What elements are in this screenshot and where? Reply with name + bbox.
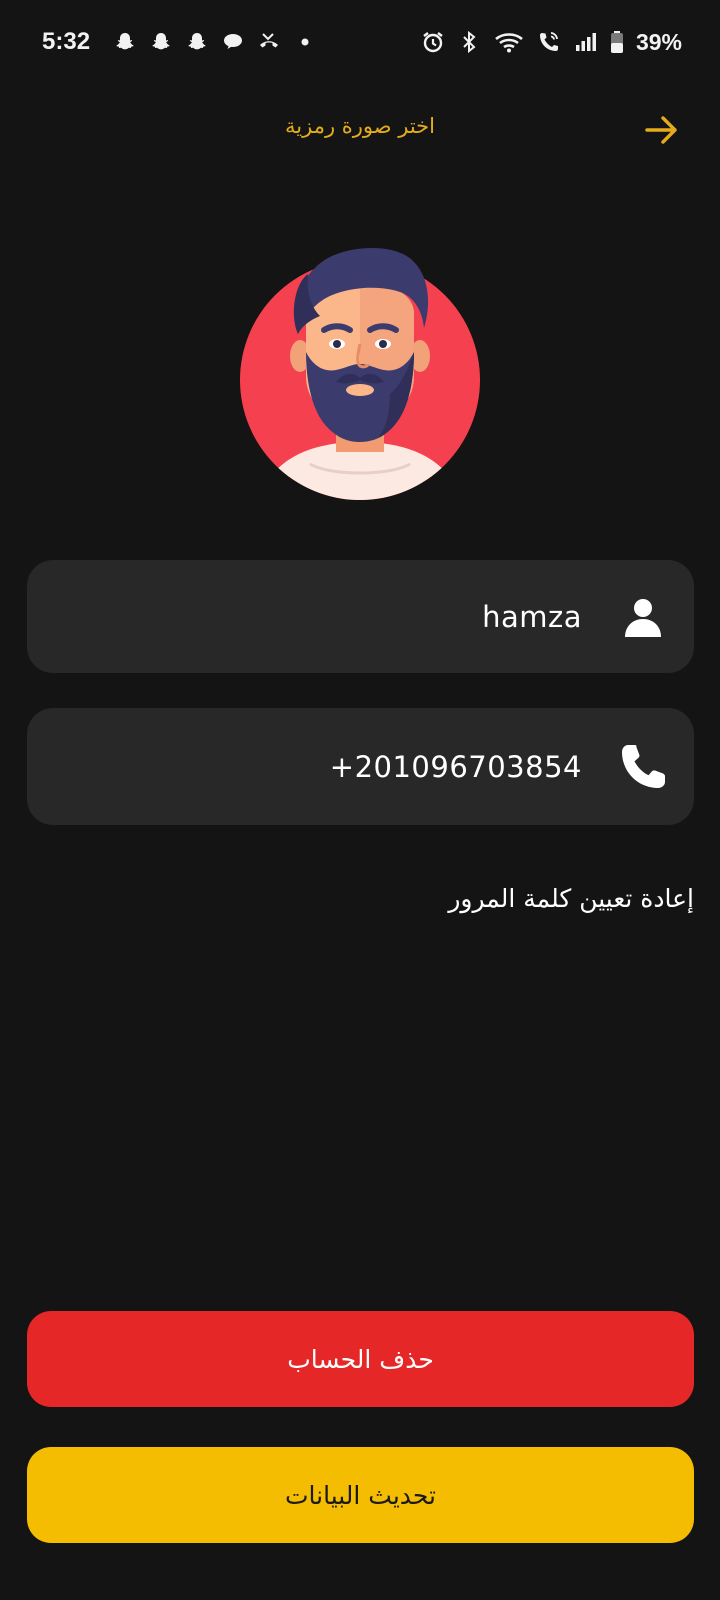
person-icon [618,592,668,642]
choose-avatar-title[interactable]: اختر صورة رمزية [0,114,720,138]
bearded-man-avatar [240,247,480,500]
battery-icon [608,29,626,55]
phone-icon [618,742,668,792]
delete-account-button[interactable]: حذف الحساب [27,1311,694,1407]
phone-value: +201096703854 [329,749,582,784]
missed-call-icon [256,29,282,55]
reset-password-link[interactable]: إعادة تعيين كلمة المرور [448,884,694,913]
status-time: 5:32 [42,28,91,55]
avatar[interactable] [240,244,480,500]
wifi-calling-icon [536,29,562,55]
status-bar: 5:32 39% [0,0,720,84]
update-data-button[interactable]: تحديث البيانات [27,1447,694,1543]
alarm-icon [420,29,446,55]
phone-field[interactable]: +201096703854 [27,708,694,825]
wifi-icon [492,29,526,55]
name-field[interactable]: hamza [27,560,694,673]
chat-bubble-icon [220,29,246,55]
bluetooth-icon [456,29,482,55]
snapchat-icon [148,29,174,55]
signal-icon [572,29,598,55]
top-header: اختر صورة رمزية [0,100,720,160]
dot-icon [292,29,318,55]
status-left: 5:32 [42,28,318,56]
snapchat-icon [184,29,210,55]
profile-screen: 5:32 39% اختر صورة رمزية hamza +20109670… [0,0,720,1600]
arrow-right-icon[interactable] [642,110,682,150]
name-value: hamza [482,599,582,634]
snapchat-icon [112,29,138,55]
battery-percent: 39% [635,28,682,55]
status-right: 39% [420,29,682,56]
